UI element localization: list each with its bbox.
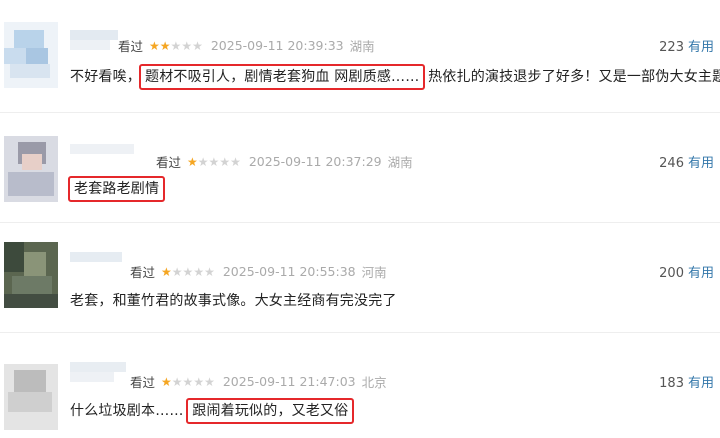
watched-label: 看过: [130, 375, 156, 390]
useful-button[interactable]: 有用: [688, 376, 714, 391]
vote-area: 183 有用: [659, 372, 714, 391]
useful-button[interactable]: 有用: [688, 40, 714, 55]
review-text: 不好看唉， 题材不吸引人，剧情老套狗血 网剧质感…… 热依扎的演技退步了好多！又是…: [70, 64, 720, 90]
useful-count: 223: [659, 40, 684, 55]
divider: [0, 222, 720, 223]
avatar[interactable]: [4, 242, 58, 308]
username-blurred[interactable]: [70, 30, 124, 50]
star-empty-icon: ★: [193, 264, 205, 279]
username-blurred[interactable]: [70, 362, 126, 382]
star-empty-icon: ★: [208, 154, 220, 169]
review-meta: 看过 ★ ★ ★ ★ ★ 2025-09-11 20:55:38 河南: [130, 262, 387, 281]
useful-count: 183: [659, 376, 684, 391]
star-empty-icon: ★: [182, 374, 194, 389]
review-meta: 看过 ★ ★ ★ ★ ★ 2025-09-11 20:37:29 湖南: [156, 152, 413, 171]
highlight-box: 跟闹着玩似的，又老又俗: [186, 398, 355, 424]
rating-stars: ★ ★ ★ ★ ★: [187, 156, 241, 168]
star-empty-icon: ★: [204, 264, 215, 279]
review-date: 2025-09-11 21:47:03: [222, 374, 356, 389]
star-empty-icon: ★: [219, 154, 231, 169]
review-item: 看过 ★ ★ ★ ★ ★ 2025-09-11 20:39:33 湖南 223 有用 不好…: [0, 0, 720, 106]
star-filled-icon: ★: [159, 38, 171, 53]
star-empty-icon: ★: [171, 264, 183, 279]
vote-area: 223 有用: [659, 36, 714, 55]
star-empty-icon: ★: [182, 264, 194, 279]
watched-label: 看过: [156, 155, 182, 170]
star-empty-icon: ★: [170, 38, 182, 53]
star-empty-icon: ★: [193, 374, 205, 389]
review-item: 看过 ★ ★ ★ ★ ★ 2025-09-11 20:37:29 湖南 246 有用 老套…: [0, 112, 720, 222]
highlight-box: 老套路老剧情: [68, 176, 166, 202]
review-text: 老套路老剧情: [68, 176, 166, 202]
review-location: 湖南: [387, 155, 413, 170]
star-filled-icon: ★: [161, 264, 172, 279]
review-meta: 看过 ★ ★ ★ ★ ★ 2025-09-11 20:39:33 湖南: [118, 36, 375, 55]
review-text-plain: 热依扎的演技退步了好多！又是一部伪大女主题材: [423, 69, 720, 85]
divider: [0, 332, 720, 333]
review-date: 2025-09-11 20:37:29: [248, 154, 382, 169]
review-location: 湖南: [349, 39, 375, 54]
review-date: 2025-09-11 20:39:33: [210, 38, 344, 53]
username-blurred[interactable]: [70, 144, 134, 164]
star-empty-icon: ★: [192, 38, 203, 53]
useful-count: 246: [659, 156, 684, 171]
review-item: 看过 ★ ★ ★ ★ ★ 2025-09-11 21:47:03 北京 183 有用 什么…: [0, 332, 720, 438]
vote-area: 246 有用: [659, 152, 714, 171]
useful-button[interactable]: 有用: [688, 156, 714, 171]
rating-stars: ★ ★ ★ ★ ★: [149, 40, 203, 52]
highlight-box: 题材不吸引人，剧情老套狗血 网剧质感……: [139, 64, 426, 90]
star-empty-icon: ★: [197, 154, 209, 169]
useful-count: 200: [659, 266, 684, 281]
review-item: 看过 ★ ★ ★ ★ ★ 2025-09-11 20:55:38 河南 200 有用 老套…: [0, 222, 720, 332]
review-location: 北京: [361, 375, 387, 390]
review-text: 什么垃圾剧本…… 跟闹着玩似的，又老又俗: [70, 398, 355, 424]
avatar[interactable]: [4, 136, 58, 202]
star-empty-icon: ★: [230, 154, 241, 169]
watched-label: 看过: [130, 265, 156, 280]
star-empty-icon: ★: [171, 374, 183, 389]
review-text: 老套，和董竹君的故事式像。大女主经商有完没完了: [70, 290, 397, 310]
review-text-plain: 不好看唉，: [70, 69, 141, 85]
username-blurred[interactable]: [70, 252, 124, 272]
star-empty-icon: ★: [181, 38, 193, 53]
star-empty-icon: ★: [204, 374, 215, 389]
star-filled-icon: ★: [187, 154, 198, 169]
rating-stars: ★ ★ ★ ★ ★: [161, 266, 215, 278]
rating-stars: ★ ★ ★ ★ ★: [161, 376, 215, 388]
review-location: 河南: [361, 265, 387, 280]
star-filled-icon: ★: [149, 38, 160, 53]
vote-area: 200 有用: [659, 262, 714, 281]
star-filled-icon: ★: [161, 374, 172, 389]
review-meta: 看过 ★ ★ ★ ★ ★ 2025-09-11 21:47:03 北京: [130, 372, 387, 391]
avatar[interactable]: [4, 364, 58, 430]
review-text-plain: 什么垃圾剧本……: [70, 403, 189, 419]
useful-button[interactable]: 有用: [688, 266, 714, 281]
watched-label: 看过: [118, 39, 144, 54]
review-date: 2025-09-11 20:55:38: [222, 264, 356, 279]
divider: [0, 112, 720, 113]
avatar[interactable]: [4, 22, 58, 88]
review-text-plain: 老套，和董竹君的故事式像。大女主经商有完没完了: [70, 293, 397, 309]
